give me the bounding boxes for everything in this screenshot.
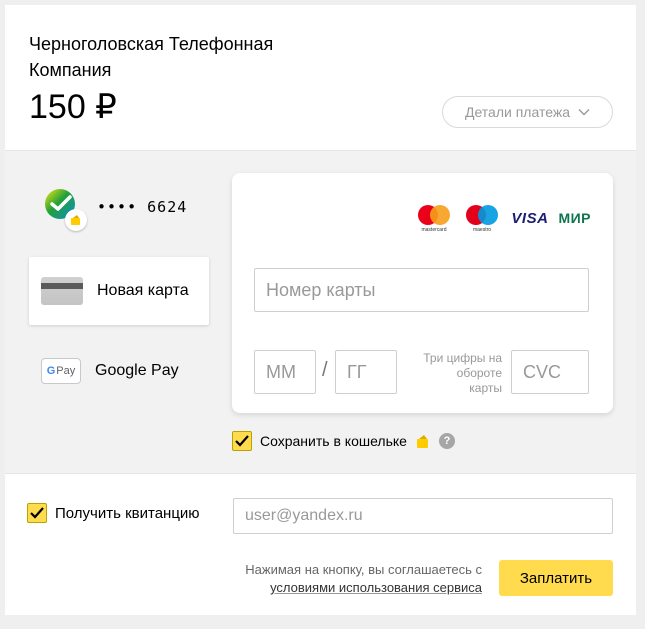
cvc-hint: Три цифры на обороте карты <box>423 351 502 395</box>
google-pay-label: Google Pay <box>95 362 179 379</box>
expiry-year-input[interactable]: ГГ <box>335 350 397 394</box>
svg-text:mastercard: mastercard <box>422 227 447 233</box>
visa-icon: VISA <box>511 209 549 227</box>
terms-notice-text: Нажимая на кнопку, вы соглашаетесь с <box>245 562 482 577</box>
expiry-separator: / <box>322 359 328 381</box>
help-icon[interactable]: ? <box>438 433 455 449</box>
checkmark-icon <box>30 507 44 519</box>
save-in-wallet-label: Сохранить в кошельке <box>260 433 407 449</box>
bank-card-icon <box>41 277 83 305</box>
yandex-wallet-icon <box>65 209 87 231</box>
saved-card-mask: •••• 6624 <box>97 198 188 216</box>
card-brands: mastercard maestro VISA МИР <box>415 203 591 233</box>
saved-card-option[interactable]: •••• 6624 <box>29 177 209 237</box>
payment-header: Черноголовская Телефонная Компания 150 ₽… <box>5 5 636 150</box>
mir-icon: МИР <box>558 210 591 226</box>
receipt-row: Получить квитанцию <box>27 503 200 523</box>
mastercard-icon: mastercard <box>415 203 453 233</box>
maestro-icon: maestro <box>463 203 501 233</box>
yandex-wallet-icon <box>416 435 428 448</box>
payment-details-button[interactable]: Детали платежа <box>442 96 613 128</box>
receipt-checkbox[interactable] <box>27 503 47 523</box>
card-number-input[interactable]: Номер карты <box>254 268 589 312</box>
receipt-label: Получить квитанцию <box>55 504 200 522</box>
card-form: mastercard maestro VISA МИР Номер карты … <box>232 173 613 413</box>
google-pay-option[interactable]: G Pay Google Pay <box>29 337 209 405</box>
expiry-month-input[interactable]: ММ <box>254 350 316 394</box>
new-card-option[interactable]: Новая карта <box>29 257 209 325</box>
payment-amount: 150 ₽ <box>29 88 117 126</box>
email-input[interactable]: user@yandex.ru <box>233 498 613 534</box>
sberbank-icon <box>43 187 87 231</box>
pay-button[interactable]: Заплатить <box>499 560 613 596</box>
terms-notice: Нажимая на кнопку, вы соглашаетесь с усл… <box>175 561 482 597</box>
terms-link[interactable]: условиями использования сервиса <box>270 580 482 595</box>
payment-widget: Черноголовская Телефонная Компания 150 ₽… <box>5 5 636 615</box>
save-in-wallet-checkbox[interactable] <box>232 431 252 451</box>
chevron-down-icon <box>578 109 590 116</box>
svg-text:maestro: maestro <box>473 227 491 233</box>
new-card-label: Новая карта <box>97 282 189 299</box>
cvc-input[interactable]: CVC <box>511 350 589 394</box>
merchant-name: Черноголовская Телефонная Компания <box>29 34 274 80</box>
google-pay-icon: G Pay <box>41 358 81 384</box>
receipt-section: Получить квитанцию user@yandex.ru Нажима… <box>5 473 636 615</box>
save-in-wallet-row: Сохранить в кошельке ? <box>232 431 455 451</box>
payment-details-label: Детали платежа <box>465 104 570 120</box>
checkmark-icon <box>235 435 249 447</box>
